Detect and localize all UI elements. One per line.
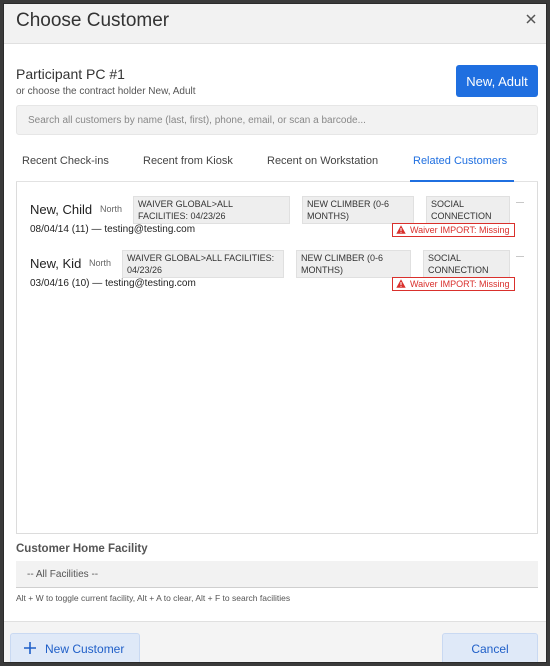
participant-subtitle: or choose the contract holder New, Adult [16, 86, 196, 97]
customer-tabs: Recent Check-ins Recent from Kiosk Recen… [16, 144, 538, 182]
participant-title: Participant PC #1 [16, 66, 125, 82]
home-facility-select[interactable]: -- All Facilities -- [16, 561, 538, 588]
tag-new-climber: NEW CLIMBER (0-6 MONTHS) [302, 196, 414, 224]
plus-icon [24, 642, 36, 654]
tab-related-customers[interactable]: Related Customers [410, 144, 514, 182]
warning-icon [396, 225, 406, 234]
tag-new-climber: NEW CLIMBER (0-6 MONTHS) [296, 250, 411, 278]
tab-recent-on-workstation[interactable]: Recent on Workstation [267, 144, 378, 182]
waiver-missing-badge: Waiver IMPORT: Missing [392, 223, 515, 237]
customer-facility: North [100, 204, 123, 214]
separator: — [91, 224, 102, 235]
customer-row[interactable]: New, Kid North WAIVER GLOBAL>ALL FACILIT… [17, 248, 537, 302]
tab-recent-check-ins[interactable]: Recent Check-ins [22, 144, 109, 182]
new-adult-button[interactable]: New, Adult [456, 65, 538, 97]
home-facility-label: Customer Home Facility [16, 543, 148, 555]
tab-recent-from-kiosk[interactable]: Recent from Kiosk [143, 144, 233, 182]
new-customer-label: New Customer [45, 642, 125, 656]
dialog-footer: New Customer Cancel [4, 621, 546, 662]
customer-search-input[interactable] [16, 105, 538, 135]
customer-email: testing@testing.com [105, 278, 196, 289]
customer-dob-age: 08/04/14 (11) [30, 224, 89, 235]
dialog-title: Choose Customer [16, 10, 170, 31]
row-dash [516, 202, 524, 203]
cancel-button[interactable]: Cancel [442, 633, 538, 662]
customer-results-list: New, Child North WAIVER GLOBAL>ALL FACIL… [16, 182, 538, 534]
tag-social-connection: SOCIAL CONNECTION [426, 196, 510, 224]
tag-social-connection: SOCIAL CONNECTION [423, 250, 510, 278]
new-customer-button[interactable]: New Customer [10, 633, 140, 662]
close-icon[interactable] [524, 12, 538, 26]
customer-name: New, Kid [30, 256, 82, 271]
customer-name: New, Child [30, 202, 93, 217]
tag-waiver-global: WAIVER GLOBAL>ALL FACILITIES: 04/23/26 [122, 250, 284, 278]
dialog-header: Choose Customer [4, 4, 546, 44]
customer-details: 08/04/14 (11) — testing@testing.com [30, 224, 195, 235]
tag-waiver-global: WAIVER GLOBAL>ALL FACILITIES: 04/23/26 [133, 196, 290, 224]
waiver-alert-text: Waiver IMPORT: Missing [410, 279, 510, 289]
waiver-missing-badge: Waiver IMPORT: Missing [392, 277, 515, 291]
facility-shortcut-hint: Alt + W to toggle current facility, Alt … [16, 593, 291, 603]
customer-email: testing@testing.com [104, 224, 196, 235]
customer-row[interactable]: New, Child North WAIVER GLOBAL>ALL FACIL… [17, 194, 537, 248]
customer-details: 03/04/16 (10) — testing@testing.com [30, 278, 196, 289]
row-dash [516, 256, 524, 257]
choose-customer-dialog: Choose Customer Participant PC #1 or cho… [3, 3, 547, 663]
customer-facility: North [89, 258, 112, 268]
warning-icon [396, 279, 406, 288]
waiver-alert-text: Waiver IMPORT: Missing [410, 225, 510, 235]
separator: — [92, 278, 103, 289]
customer-dob-age: 03/04/16 (10) [30, 278, 90, 289]
